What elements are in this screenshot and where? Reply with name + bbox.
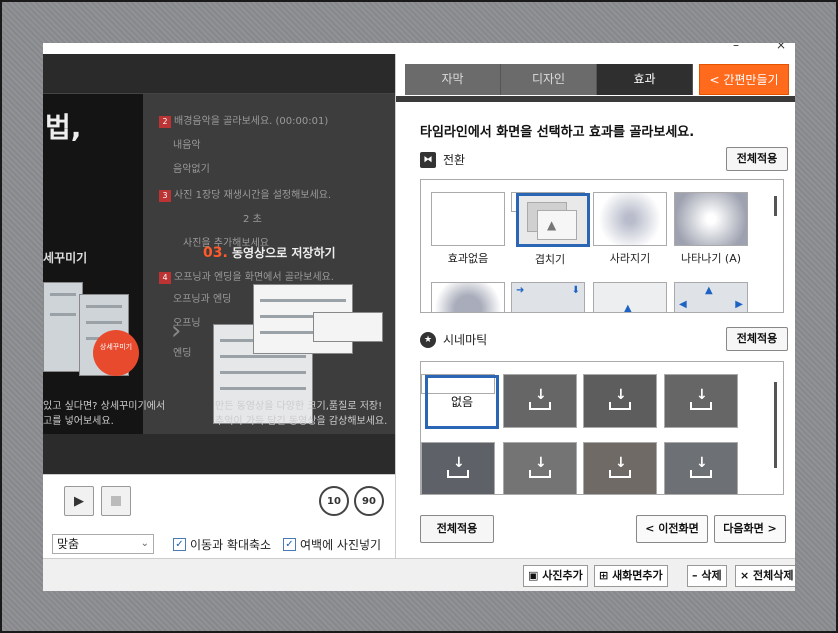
cinematic-scrollbar[interactable] — [774, 382, 777, 468]
preview-next-arrow-icon[interactable]: › — [171, 316, 181, 346]
app-window: – × 법, 세꾸미기 2 배경음악을 골라보세요. (00:00:01) 내음악… — [43, 43, 795, 591]
cinematic-flowers[interactable] — [583, 442, 657, 494]
preview-dialog-thumb — [313, 312, 383, 342]
effects-panel: 자막 디자인 효과 < 간편만들기 타임라인에서 화면을 선택하고 효과를 골라… — [395, 54, 795, 558]
transition-apply-all-button[interactable]: 전체적용 — [726, 147, 788, 171]
fit-select[interactable]: 맞춤 ⌄ — [52, 534, 154, 554]
pan-zoom-checkbox[interactable]: ✓ 이동과 확대축소 — [173, 536, 271, 553]
step-4: 4 오프닝과 엔딩을 화면에서 골라보세요. — [159, 268, 334, 284]
step-3: 3 사진 1장당 재생시간을 설정해보세요. — [159, 186, 331, 202]
prev-screen-button[interactable]: < 이전화면 — [636, 515, 708, 543]
cinematic-header: ★ 시네마틱 — [420, 331, 487, 348]
rewind-button[interactable]: 10 — [319, 486, 349, 516]
download-icon — [690, 455, 712, 478]
close-button[interactable]: × — [776, 43, 786, 52]
arrow-up-icon: ▲ — [624, 303, 632, 313]
step-2: 2 배경음악을 골라보세요. (00:00:01) — [159, 112, 328, 128]
options-bar: 맞춤 ⌄ ✓ 이동과 확대축소 ✓ 여백에 사진넣기 — [43, 526, 395, 560]
stop-button[interactable] — [101, 486, 131, 516]
title-bar: – × — [43, 43, 795, 54]
cinematic-bubbles[interactable] — [503, 374, 577, 428]
preview-toolbar — [43, 54, 395, 94]
star-icon: ★ — [420, 331, 436, 348]
preview-side-label: 세꾸미기 — [43, 251, 88, 265]
apply-all-button[interactable]: 전체적용 — [420, 515, 494, 543]
download-icon — [609, 455, 631, 478]
transition-overlap[interactable]: ▲ 겹치기 — [511, 192, 590, 266]
cinematic-snow[interactable] — [664, 374, 738, 428]
cinematic-gifts[interactable] — [503, 442, 577, 494]
transition-item[interactable]: ➜ ⬇ — [511, 282, 585, 312]
step-option: 음악없기 — [173, 164, 210, 175]
arrow-left-icon: ◀ — [679, 299, 687, 310]
transition-item[interactable]: ▲ — [593, 282, 667, 313]
transition-item[interactable]: ▲ ◀ ▶ — [674, 282, 748, 312]
image-icon: ▲ — [547, 218, 557, 232]
next-screen-button[interactable]: 다음화면 > — [714, 515, 786, 543]
step-option: 내음악 — [173, 140, 201, 151]
cinematic-sparkle[interactable] — [421, 442, 495, 494]
download-icon — [529, 455, 551, 478]
playback-controls: ▶ 10 90 — [43, 474, 395, 526]
download-icon — [609, 387, 631, 410]
instruction-text: 타임라인에서 화면을 선택하고 효과를 골라보세요. — [420, 125, 695, 140]
minimize-button[interactable]: – — [733, 43, 739, 52]
transition-fade-in[interactable]: 나타나기 (A) — [674, 192, 748, 266]
arrow-up-icon: ▲ — [705, 285, 713, 296]
play-button[interactable]: ▶ — [64, 486, 94, 516]
transition-grid: 효과없음 ▲ 겹치기 사라지기 나타나기 (A) ➜ ⬇ ▲ ▲ ◀ ▶ — [420, 179, 784, 313]
preview-pane: 법, 세꾸미기 2 배경음악을 골라보세요. (00:00:01) 내음악 음악없… — [43, 54, 395, 560]
cinematic-none[interactable]: 없음 — [421, 374, 499, 429]
check-icon: ✓ — [283, 538, 296, 551]
tab-design[interactable]: 디자인 — [501, 64, 597, 95]
fill-margin-checkbox[interactable]: ✓ 여백에 사진넣기 — [283, 536, 381, 553]
arrow-down-icon: ⬇ — [571, 285, 580, 296]
delete-all-button[interactable]: × 전체삭제 — [735, 565, 795, 587]
add-photo-button[interactable]: ▣ 사진추가 — [523, 565, 588, 587]
tab-caption[interactable]: 자막 — [405, 64, 501, 95]
arrow-right-icon: ➜ — [516, 285, 525, 296]
preview-big-text: 법, — [45, 111, 82, 144]
check-icon: ✓ — [173, 538, 186, 551]
forward-button[interactable]: 90 — [354, 486, 384, 516]
transition-item[interactable] — [431, 282, 505, 312]
arrow-right-icon: ▶ — [735, 299, 743, 310]
add-photo-icon: ▣ — [528, 569, 539, 582]
cinematic-apply-all-button[interactable]: 전체적용 — [726, 327, 788, 351]
tab-underline — [396, 96, 795, 102]
chevron-down-icon: ⌄ — [140, 538, 149, 549]
transition-scrollbar[interactable] — [774, 196, 777, 216]
download-icon — [529, 387, 551, 410]
stop-icon — [111, 496, 121, 506]
detail-decorate-badge: 상세꾸미기 — [93, 330, 139, 376]
bottom-toolbar: ▣ 사진추가 ⊞ 새화면추가 – 삭제 × 전체삭제 — [43, 558, 795, 591]
download-icon — [690, 387, 712, 410]
add-screen-button[interactable]: ⊞ 새화면추가 — [594, 565, 668, 587]
download-icon — [447, 455, 469, 478]
step-seconds: 2 초 — [243, 214, 262, 225]
transition-icon: ⧓ — [420, 151, 436, 168]
transition-header: ⧓ 전환 — [420, 151, 465, 168]
add-screen-icon: ⊞ — [599, 569, 609, 582]
preview-thumb — [43, 282, 83, 372]
cinematic-grid: 없음 — [420, 361, 784, 495]
transition-fade-out[interactable]: 사라지기 — [593, 192, 667, 266]
cinematic-balloons[interactable] — [664, 442, 738, 494]
delete-button[interactable]: – 삭제 — [687, 565, 727, 587]
transition-none[interactable]: 효과없음 — [431, 192, 505, 266]
preview-canvas: 법, 세꾸미기 2 배경음악을 골라보세요. (00:00:01) 내음악 음악없… — [43, 94, 395, 434]
play-icon: ▶ — [74, 493, 84, 509]
save-heading: 03. 동영상으로 저장하기 — [203, 245, 336, 261]
step-option: 엔딩 — [173, 348, 192, 359]
cinematic-hearts[interactable] — [583, 374, 657, 428]
step-option: 오프닝과 엔딩 — [173, 294, 232, 305]
easy-make-button[interactable]: < 간편만들기 — [699, 64, 789, 95]
panel-tabs: 자막 디자인 효과 < 간편만들기 — [405, 64, 789, 95]
caption-left: 있고 싶다면? 상세꾸미기에서 고를 넣어보세요. — [43, 401, 166, 427]
caption-right: 만든 동영상을 다양한 크기,품질로 저장! 추억이 가득 담긴 동영상을 감상해… — [215, 401, 388, 427]
tab-effects[interactable]: 효과 — [597, 64, 693, 95]
